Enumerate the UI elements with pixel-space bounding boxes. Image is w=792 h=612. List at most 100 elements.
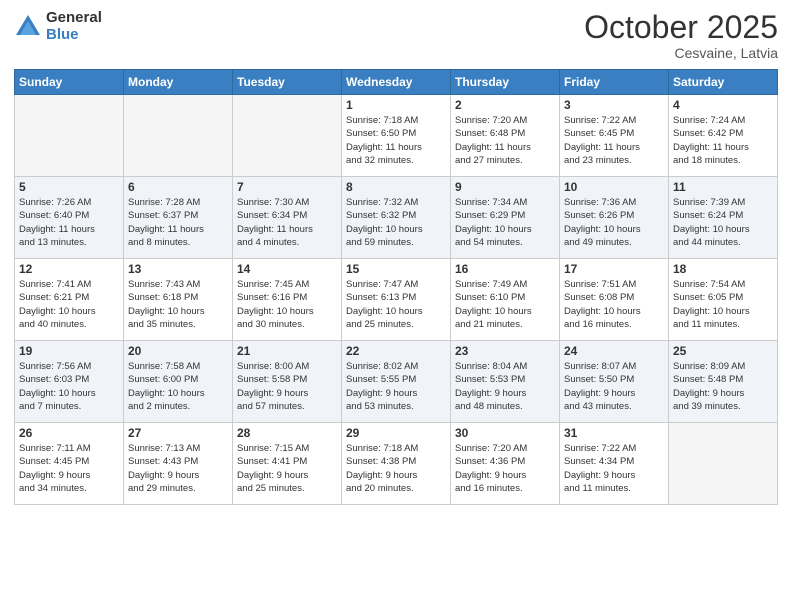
day-info: Sunrise: 8:00 AM Sunset: 5:58 PM Dayligh… (237, 360, 337, 413)
calendar-week-row: 19Sunrise: 7:56 AM Sunset: 6:03 PM Dayli… (15, 341, 778, 423)
day-number: 31 (564, 426, 664, 440)
day-number: 4 (673, 98, 773, 112)
logo-text: General Blue (46, 10, 102, 43)
calendar-day-cell: 22 Sunrise: 8:02 AM Sunset: 5:55 PM Dayli… (342, 341, 451, 423)
logo-icon (14, 13, 42, 41)
day-number: 18 (673, 262, 773, 276)
day-info: Sunrise: 7:18 AM Sunset: 4:38 PM Dayligh… (346, 442, 446, 495)
calendar-day-cell: 26Sunrise: 7:11 AM Sunset: 4:45 PM Dayli… (15, 423, 124, 505)
col-tuesday: Tuesday (233, 70, 342, 95)
calendar-day-cell: 10Sunrise: 7:36 AM Sunset: 6:26 PM Dayli… (560, 177, 669, 259)
day-number: 3 (564, 98, 664, 112)
day-number: 20 (128, 344, 228, 358)
day-info: Sunrise: 8:02 AM Sunset: 5:55 PM Dayligh… (346, 360, 446, 413)
day-number: 21 (237, 344, 337, 358)
logo-general: General (46, 10, 102, 27)
calendar-day-cell: 4 Sunrise: 7:24 AM Sunset: 6:42 PM Daylig… (669, 95, 778, 177)
calendar-day-cell (669, 423, 778, 505)
day-number: 11 (673, 180, 773, 194)
day-number: 16 (455, 262, 555, 276)
calendar-day-cell: 31 Sunrise: 7:22 AM Sunset: 4:34 PM Dayli… (560, 423, 669, 505)
calendar-day-cell (15, 95, 124, 177)
day-info: Sunrise: 7:20 AM Sunset: 6:48 PM Dayligh… (455, 114, 555, 167)
calendar-day-cell: 6 Sunrise: 7:28 AM Sunset: 6:37 PM Daylig… (124, 177, 233, 259)
calendar-day-cell: 24Sunrise: 8:07 AM Sunset: 5:50 PM Dayli… (560, 341, 669, 423)
day-number: 8 (346, 180, 446, 194)
col-friday: Friday (560, 70, 669, 95)
calendar-day-cell: 15 Sunrise: 7:47 AM Sunset: 6:13 PM Dayli… (342, 259, 451, 341)
calendar-day-cell: 19Sunrise: 7:56 AM Sunset: 6:03 PM Dayli… (15, 341, 124, 423)
day-info: Sunrise: 7:45 AM Sunset: 6:16 PM Dayligh… (237, 278, 337, 331)
day-number: 25 (673, 344, 773, 358)
day-info: Sunrise: 7:22 AM Sunset: 6:45 PM Dayligh… (564, 114, 664, 167)
day-info: Sunrise: 7:22 AM Sunset: 4:34 PM Dayligh… (564, 442, 664, 495)
calendar-header-row: Sunday Monday Tuesday Wednesday Thursday… (15, 70, 778, 95)
page-container: General Blue October 2025 Cesvaine, Latv… (0, 0, 792, 612)
day-info: Sunrise: 7:15 AM Sunset: 4:41 PM Dayligh… (237, 442, 337, 495)
day-info: Sunrise: 7:41 AM Sunset: 6:21 PM Dayligh… (19, 278, 119, 331)
calendar-day-cell: 2 Sunrise: 7:20 AM Sunset: 6:48 PM Daylig… (451, 95, 560, 177)
day-info: Sunrise: 7:32 AM Sunset: 6:32 PM Dayligh… (346, 196, 446, 249)
calendar-day-cell: 14 Sunrise: 7:45 AM Sunset: 6:16 PM Dayli… (233, 259, 342, 341)
calendar-week-row: 12 Sunrise: 7:41 AM Sunset: 6:21 PM Dayli… (15, 259, 778, 341)
col-monday: Monday (124, 70, 233, 95)
day-number: 2 (455, 98, 555, 112)
page-header: General Blue October 2025 Cesvaine, Latv… (14, 10, 778, 61)
calendar-day-cell (124, 95, 233, 177)
calendar-day-cell (233, 95, 342, 177)
day-number: 15 (346, 262, 446, 276)
calendar-day-cell: 13Sunrise: 7:43 AM Sunset: 6:18 PM Dayli… (124, 259, 233, 341)
calendar-week-row: 26Sunrise: 7:11 AM Sunset: 4:45 PM Dayli… (15, 423, 778, 505)
day-info: Sunrise: 7:18 AM Sunset: 6:50 PM Dayligh… (346, 114, 446, 167)
day-number: 26 (19, 426, 119, 440)
day-number: 24 (564, 344, 664, 358)
day-number: 22 (346, 344, 446, 358)
day-number: 30 (455, 426, 555, 440)
calendar-day-cell: 1 Sunrise: 7:18 AM Sunset: 6:50 PM Daylig… (342, 95, 451, 177)
day-info: Sunrise: 7:30 AM Sunset: 6:34 PM Dayligh… (237, 196, 337, 249)
day-info: Sunrise: 7:43 AM Sunset: 6:18 PM Dayligh… (128, 278, 228, 331)
day-number: 27 (128, 426, 228, 440)
day-number: 12 (19, 262, 119, 276)
calendar-day-cell: 17 Sunrise: 7:51 AM Sunset: 6:08 PM Dayli… (560, 259, 669, 341)
day-info: Sunrise: 7:39 AM Sunset: 6:24 PM Dayligh… (673, 196, 773, 249)
day-number: 17 (564, 262, 664, 276)
calendar-day-cell: 16 Sunrise: 7:49 AM Sunset: 6:10 PM Dayli… (451, 259, 560, 341)
day-number: 19 (19, 344, 119, 358)
day-info: Sunrise: 7:28 AM Sunset: 6:37 PM Dayligh… (128, 196, 228, 249)
calendar-day-cell: 30Sunrise: 7:20 AM Sunset: 4:36 PM Dayli… (451, 423, 560, 505)
day-info: Sunrise: 7:58 AM Sunset: 6:00 PM Dayligh… (128, 360, 228, 413)
logo-blue: Blue (46, 27, 102, 44)
day-info: Sunrise: 7:13 AM Sunset: 4:43 PM Dayligh… (128, 442, 228, 495)
location-subtitle: Cesvaine, Latvia (584, 45, 778, 61)
day-info: Sunrise: 7:54 AM Sunset: 6:05 PM Dayligh… (673, 278, 773, 331)
day-number: 14 (237, 262, 337, 276)
calendar-day-cell: 5 Sunrise: 7:26 AM Sunset: 6:40 PM Daylig… (15, 177, 124, 259)
col-saturday: Saturday (669, 70, 778, 95)
day-number: 5 (19, 180, 119, 194)
day-info: Sunrise: 7:49 AM Sunset: 6:10 PM Dayligh… (455, 278, 555, 331)
day-info: Sunrise: 7:34 AM Sunset: 6:29 PM Dayligh… (455, 196, 555, 249)
day-number: 10 (564, 180, 664, 194)
day-info: Sunrise: 7:51 AM Sunset: 6:08 PM Dayligh… (564, 278, 664, 331)
calendar-day-cell: 23Sunrise: 8:04 AM Sunset: 5:53 PM Dayli… (451, 341, 560, 423)
day-info: Sunrise: 8:09 AM Sunset: 5:48 PM Dayligh… (673, 360, 773, 413)
day-number: 1 (346, 98, 446, 112)
calendar-day-cell: 20 Sunrise: 7:58 AM Sunset: 6:00 PM Dayli… (124, 341, 233, 423)
calendar-week-row: 5 Sunrise: 7:26 AM Sunset: 6:40 PM Daylig… (15, 177, 778, 259)
day-number: 6 (128, 180, 228, 194)
day-info: Sunrise: 7:47 AM Sunset: 6:13 PM Dayligh… (346, 278, 446, 331)
day-info: Sunrise: 7:26 AM Sunset: 6:40 PM Dayligh… (19, 196, 119, 249)
calendar-day-cell: 29 Sunrise: 7:18 AM Sunset: 4:38 PM Dayli… (342, 423, 451, 505)
day-number: 28 (237, 426, 337, 440)
calendar-week-row: 1 Sunrise: 7:18 AM Sunset: 6:50 PM Daylig… (15, 95, 778, 177)
month-title: October 2025 (584, 10, 778, 45)
day-info: Sunrise: 7:24 AM Sunset: 6:42 PM Dayligh… (673, 114, 773, 167)
day-number: 29 (346, 426, 446, 440)
calendar-day-cell: 3 Sunrise: 7:22 AM Sunset: 6:45 PM Daylig… (560, 95, 669, 177)
logo: General Blue (14, 10, 102, 43)
calendar-day-cell: 8 Sunrise: 7:32 AM Sunset: 6:32 PM Daylig… (342, 177, 451, 259)
calendar-day-cell: 28 Sunrise: 7:15 AM Sunset: 4:41 PM Dayli… (233, 423, 342, 505)
calendar-day-cell: 21 Sunrise: 8:00 AM Sunset: 5:58 PM Dayli… (233, 341, 342, 423)
col-wednesday: Wednesday (342, 70, 451, 95)
